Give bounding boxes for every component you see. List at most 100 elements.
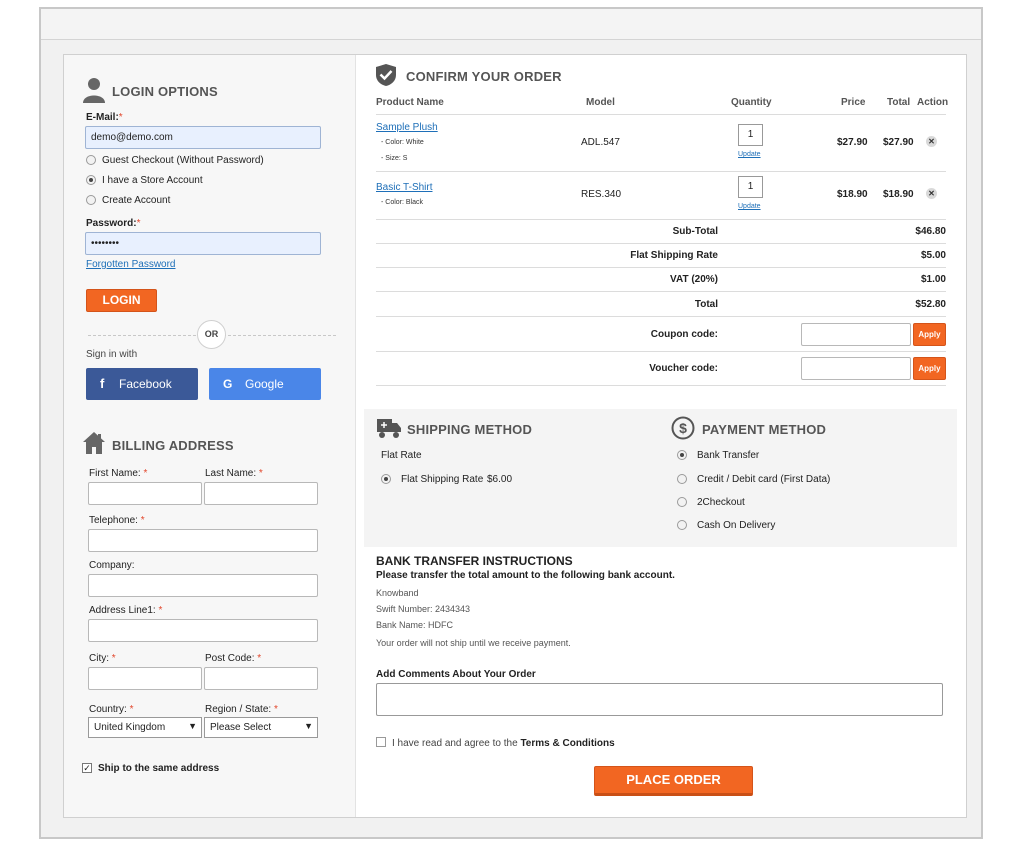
product-link-sample-plush[interactable]: Sample Plush [376, 122, 438, 133]
total-value: $52.80 [915, 299, 946, 310]
store-account-label: I have a Store Account [102, 175, 203, 186]
login-button[interactable]: LOGIN [86, 289, 157, 312]
payment-method-heading: PAYMENT METHOD [702, 422, 827, 437]
cash-on-delivery-radio[interactable] [677, 520, 687, 530]
google-button[interactable]: G Google [209, 368, 321, 400]
coupon-input[interactable] [801, 323, 911, 346]
user-icon [83, 78, 105, 103]
product-total: $18.90 [883, 189, 914, 200]
telephone-label: Telephone: * [89, 515, 145, 526]
guest-checkout-radio[interactable] [86, 155, 96, 165]
store-account-radio[interactable] [86, 175, 96, 185]
region-select[interactable]: Please Select ▼ [204, 717, 318, 738]
divider [376, 385, 946, 386]
forgotten-password-link[interactable]: Forgotten Password [86, 259, 176, 270]
facebook-label: Facebook [119, 377, 172, 391]
product-option: - Color: White [381, 139, 424, 146]
first-name-input[interactable] [88, 482, 202, 505]
chevron-down-icon: ▼ [188, 721, 197, 731]
coupon-label: Coupon code: [650, 329, 718, 340]
col-action: Action [917, 97, 949, 108]
product-total: $27.90 [883, 137, 914, 148]
terms-link[interactable]: Terms & Conditions [520, 738, 614, 749]
country-label: Country: * [89, 704, 134, 715]
vat-label: VAT (20%) [670, 274, 718, 285]
google-label: Google [245, 377, 284, 391]
comments-textarea[interactable] [376, 683, 943, 716]
region-label: Region / State: * [205, 704, 278, 715]
voucher-apply-button[interactable]: Apply [913, 357, 946, 380]
subtotal-label: Sub-Total [672, 226, 718, 237]
quantity-input[interactable]: 1 [738, 124, 763, 146]
first-name-label: First Name: * [89, 468, 148, 479]
remove-icon[interactable]: ✕ [926, 188, 937, 199]
2checkout-radio[interactable] [677, 497, 687, 507]
last-name-label: Last Name: * [205, 468, 263, 479]
divider [376, 291, 946, 292]
product-option: - Size: S [381, 155, 408, 162]
window-top-bar [41, 9, 981, 40]
or-badge: OR [197, 320, 226, 349]
flat-shipping-price: $6.00 [487, 474, 513, 485]
chevron-down-icon: ▼ [304, 721, 313, 731]
company-label: Company: [89, 560, 135, 571]
2checkout-label: 2Checkout [697, 497, 745, 508]
svg-text:$: $ [679, 420, 687, 436]
terms-text: I have read and agree to the Terms & Con… [392, 738, 615, 749]
col-total: Total [887, 97, 911, 108]
shipping-rate-value: $5.00 [920, 250, 946, 261]
coupon-apply-button[interactable]: Apply [913, 323, 946, 346]
place-order-button[interactable]: PLACE ORDER [594, 766, 753, 796]
sign-in-with-label: Sign in with [86, 349, 138, 360]
company-input[interactable] [88, 574, 318, 597]
country-select[interactable]: United Kingdom ▼ [88, 717, 202, 738]
voucher-label: Voucher code: [649, 363, 718, 374]
bank-instructions-subheading: Please transfer the total amount to the … [376, 570, 675, 581]
bank-instructions-heading: BANK TRANSFER INSTRUCTIONS [376, 554, 573, 568]
create-account-radio[interactable] [86, 195, 96, 205]
update-link[interactable]: Update [738, 203, 761, 210]
quantity-input[interactable]: 1 [738, 176, 763, 198]
divider [376, 267, 946, 268]
voucher-input[interactable] [801, 357, 911, 380]
telephone-input[interactable] [88, 529, 318, 552]
credit-card-radio[interactable] [677, 474, 687, 484]
divider [376, 243, 946, 244]
facebook-button[interactable]: f Facebook [86, 368, 198, 400]
checkout-panel: LOGIN OPTIONS E-Mail:* demo@demo.com Gue… [63, 54, 967, 818]
product-link-basic-t-shirt[interactable]: Basic T-Shirt [376, 182, 433, 193]
flat-rate-group: Flat Rate [381, 450, 422, 461]
truck-icon [377, 419, 401, 438]
city-label: City: * [89, 653, 116, 664]
flat-shipping-radio[interactable] [381, 474, 391, 484]
bank-line: Bank Name: HDFC [376, 620, 454, 630]
bank-line: Swift Number: 2434343 [376, 604, 471, 614]
left-column: LOGIN OPTIONS E-Mail:* demo@demo.com Gue… [64, 55, 356, 817]
product-model: RES.340 [581, 189, 622, 200]
bank-transfer-label: Bank Transfer [697, 450, 760, 461]
billing-address-heading: BILLING ADDRESS [112, 438, 234, 453]
terms-checkbox[interactable] [376, 737, 386, 747]
col-product-name: Product Name [376, 97, 444, 108]
product-price: $27.90 [837, 137, 868, 148]
product-option: - Color: Black [381, 199, 424, 206]
ship-same-checkbox[interactable]: ✓ [82, 763, 92, 773]
bank-transfer-radio[interactable] [677, 450, 687, 460]
google-icon: G [223, 377, 233, 391]
divider [376, 114, 946, 115]
city-input[interactable] [88, 667, 202, 690]
password-input[interactable]: •••••••• [85, 232, 321, 255]
col-price: Price [841, 97, 866, 108]
post-code-input[interactable] [204, 667, 318, 690]
facebook-icon: f [100, 376, 105, 391]
last-name-input[interactable] [204, 482, 318, 505]
update-link[interactable]: Update [738, 151, 761, 158]
address-line1-input[interactable] [88, 619, 318, 642]
create-account-label: Create Account [102, 195, 171, 206]
cash-on-delivery-label: Cash On Delivery [697, 520, 776, 531]
email-input[interactable]: demo@demo.com [85, 126, 321, 149]
remove-icon[interactable]: ✕ [926, 136, 937, 147]
comments-label: Add Comments About Your Order [376, 669, 536, 680]
address-line1-label: Address Line1: * [89, 605, 163, 616]
country-value: United Kingdom [94, 722, 166, 733]
